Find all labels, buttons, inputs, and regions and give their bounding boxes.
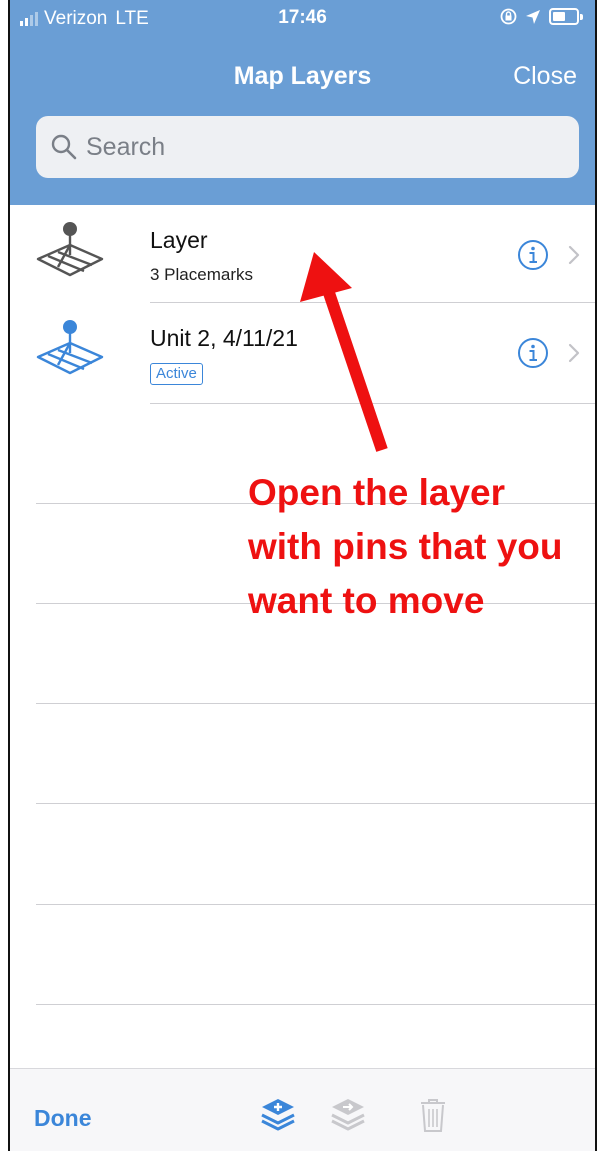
empty-row-divider [36, 703, 595, 704]
search-bar[interactable] [36, 116, 579, 178]
search-input[interactable] [84, 131, 523, 163]
trash-icon [421, 1099, 445, 1132]
search-icon [51, 134, 77, 160]
navigation-header: Verizon LTE 17:46 Map Layers Close [10, 0, 595, 205]
import-layer-icon [331, 1099, 365, 1131]
close-button[interactable]: Close [513, 62, 577, 91]
info-icon[interactable] [517, 239, 549, 271]
chevron-right-icon [568, 343, 580, 363]
instruction-annotation: Open the layer with pins that you want t… [248, 472, 563, 621]
layer-title: Unit 2, 4/11/21 [150, 325, 298, 351]
empty-row-divider [36, 1004, 595, 1005]
chevron-right-icon [568, 245, 580, 265]
layer-subtitle: 3 Placemarks [150, 265, 253, 284]
status-bar: Verizon LTE 17:46 [10, 0, 595, 38]
empty-row-divider [36, 803, 595, 804]
row-divider [150, 403, 595, 404]
battery-icon [549, 8, 579, 25]
map-layer-pin-icon [36, 222, 104, 277]
map-layer-pin-active-icon [36, 320, 104, 375]
layer-row-unit-2[interactable]: Unit 2, 4/11/21 Active [10, 303, 595, 403]
active-badge: Active [150, 363, 203, 385]
status-indicators [500, 8, 583, 25]
layer-title: Layer [150, 227, 208, 253]
done-button[interactable]: Done [34, 1105, 92, 1132]
layer-row-layer[interactable]: Layer 3 Placemarks [10, 205, 595, 305]
page-title: Map Layers [233, 62, 372, 90]
empty-row-divider [36, 904, 595, 905]
add-layer-icon[interactable] [258, 1095, 298, 1135]
app-screen: Verizon LTE 17:46 Map Layers Close Searc… [8, 0, 597, 1151]
bottom-toolbar: Done [10, 1068, 595, 1151]
location-arrow-icon [526, 9, 540, 24]
orientation-lock-icon [500, 8, 517, 25]
info-icon[interactable] [517, 337, 549, 369]
